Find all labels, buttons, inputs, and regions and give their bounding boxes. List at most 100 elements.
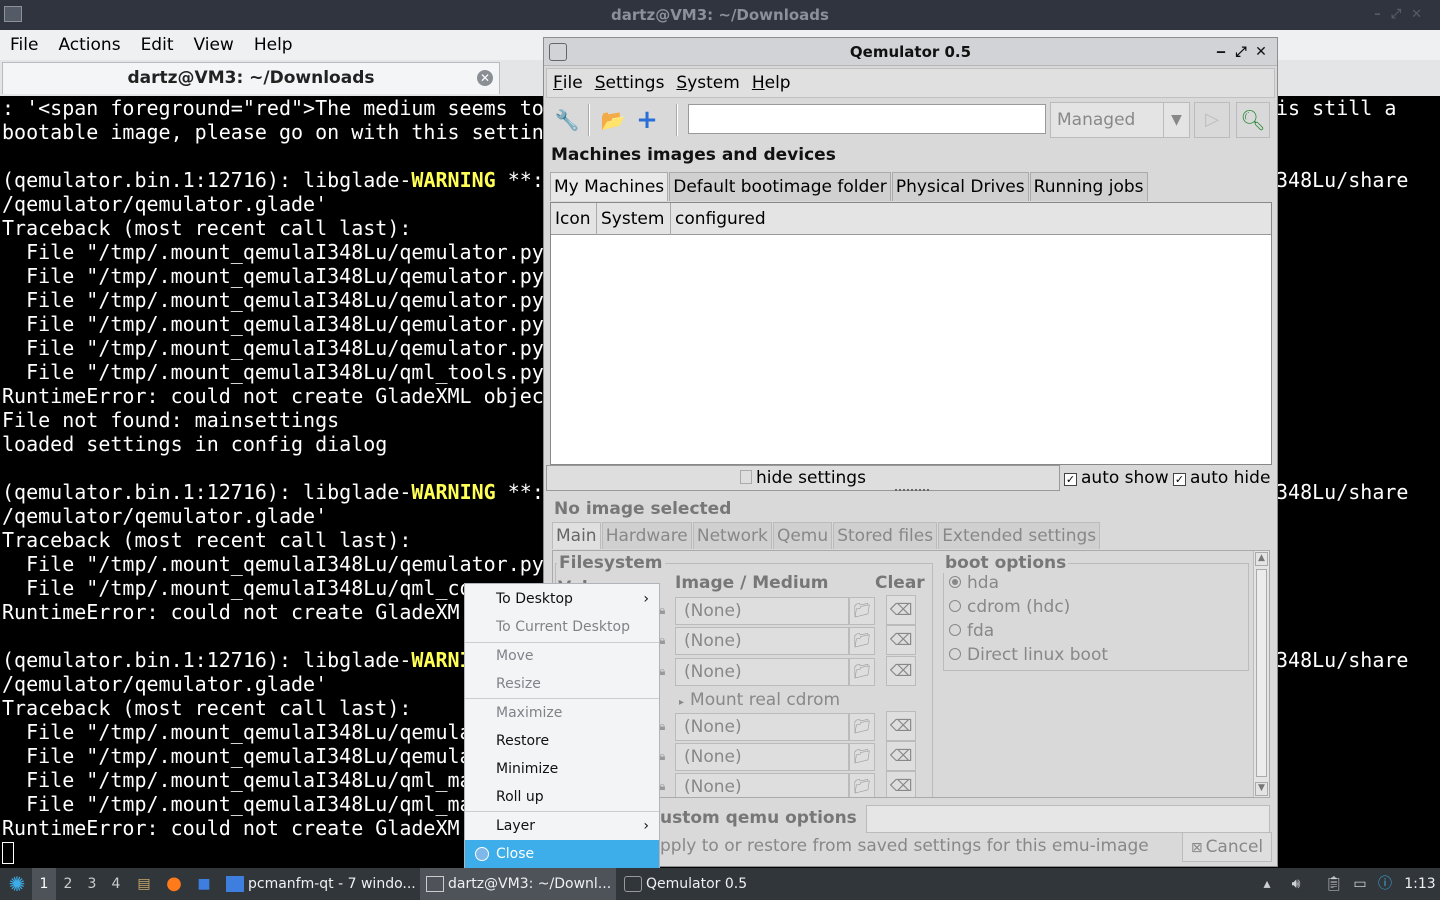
menu-help[interactable]: Help <box>244 30 303 60</box>
clock[interactable]: 1:13 <box>1402 868 1438 900</box>
network-icon[interactable]: ▭ <box>1348 868 1372 900</box>
image-medium-field[interactable]: (None) <box>675 658 849 686</box>
menu-file[interactable]: File <box>0 30 48 60</box>
boot-option-radio[interactable]: fda <box>949 621 994 641</box>
browse-folder-icon[interactable]: 📁︎ <box>849 713 875 741</box>
tab-default-bootimage-folder[interactable]: Default bootimage folder <box>669 172 891 201</box>
terminal-icon <box>426 876 444 892</box>
clear-medium-button[interactable]: ⌫ <box>886 771 916 797</box>
browse-folder-icon[interactable]: 📁︎ <box>849 773 875 797</box>
managed-select[interactable]: Managed ▼ <box>1050 102 1190 138</box>
hide-settings-button[interactable]: hide settings <box>546 465 1060 491</box>
file-manager-launcher-icon[interactable]: ▤ <box>132 868 156 900</box>
tab-physical-drives[interactable]: Physical Drives <box>891 172 1029 201</box>
clear-medium-button[interactable]: ⌫ <box>886 656 916 686</box>
column-configured[interactable]: configured <box>671 203 1271 235</box>
browse-folder-icon[interactable]: 📁︎ <box>849 627 875 655</box>
qemu-menu-system[interactable]: System <box>670 69 745 97</box>
notification-icon[interactable]: ⓘ <box>1374 868 1396 900</box>
menu-item-maximize[interactable]: Maximize <box>465 699 659 727</box>
close-icon[interactable]: ✕ <box>1251 38 1271 66</box>
browse-folder-icon[interactable]: 📁︎ <box>849 743 875 771</box>
column-system[interactable]: System <box>597 203 671 235</box>
qemu-menu-help[interactable]: Help <box>746 69 797 97</box>
mount-real-cdrom-expander[interactable]: ▸ Mount real cdrom <box>679 690 840 710</box>
machines-list[interactable]: Icon System configured <box>550 202 1272 465</box>
start-menu-icon[interactable]: ✺ <box>4 868 30 900</box>
column-icon[interactable]: Icon <box>551 203 597 235</box>
window-buttons[interactable]: –⤢✕ <box>1374 0 1432 30</box>
menu-item-close[interactable]: Close <box>465 840 659 868</box>
menu-item-restore[interactable]: Restore <box>465 727 659 755</box>
settings-scrollbar[interactable]: ▲ ▼ <box>1253 551 1269 797</box>
boot-option-radio[interactable]: hda <box>949 573 999 593</box>
scroll-down-icon[interactable]: ▼ <box>1255 782 1268 796</box>
custom-qemu-options-input[interactable] <box>866 805 1270 833</box>
image-medium-field[interactable]: (None) <box>675 743 849 771</box>
play-icon[interactable]: ▷ <box>1194 102 1230 138</box>
tab-extended-settings[interactable]: Extended settings <box>938 522 1101 549</box>
task-qemulator[interactable]: Qemulator 0.5 <box>618 868 814 900</box>
qemulator-titlebar[interactable]: Qemulator 0.5 ‒ ⤢ ✕ <box>544 38 1277 66</box>
tab-qemu[interactable]: Qemu <box>772 522 833 549</box>
menu-item-layer[interactable]: Layer › <box>465 812 659 840</box>
terminal-titlebar[interactable]: dartz@VM3: ~/Downloads –⤢✕ <box>0 0 1440 30</box>
image-medium-field[interactable]: (None) <box>675 713 849 741</box>
tray-up-icon[interactable]: ▴ <box>1256 868 1278 900</box>
menu-view[interactable]: View <box>183 30 243 60</box>
task-pcmanfm[interactable]: pcmanfm-qt - 7 windo... <box>220 868 416 900</box>
clear-medium-button[interactable]: ⌫ <box>886 625 916 655</box>
qemu-menu-file[interactable]: File <box>547 69 589 97</box>
tab-running-jobs[interactable]: Running jobs <box>1029 172 1148 201</box>
open-folder-icon[interactable]: 📂 <box>598 104 628 136</box>
add-plus-icon[interactable]: + <box>632 104 662 136</box>
menu-actions[interactable]: Actions <box>48 30 130 60</box>
tab-hardware[interactable]: Hardware <box>601 522 692 549</box>
clipboard-icon[interactable]: 📋︎ <box>1322 868 1346 900</box>
volume-icon[interactable]: 🔊︎ <box>1284 868 1308 900</box>
auto-hide-checkbox[interactable]: ✓ auto hide <box>1173 467 1270 489</box>
menu-item-minimize[interactable]: Minimize <box>465 755 659 783</box>
firefox-launcher-icon[interactable]: ● <box>162 868 186 900</box>
image-medium-field[interactable]: (None) <box>675 597 849 625</box>
tab-network[interactable]: Network <box>692 522 772 549</box>
workspace-4[interactable]: 4 <box>104 868 128 900</box>
image-medium-field[interactable]: (None) <box>675 627 849 655</box>
image-medium-field[interactable]: (None) <box>675 773 849 797</box>
workspace-1[interactable]: 1 <box>32 868 56 900</box>
menu-item-roll-up[interactable]: Roll up <box>465 783 659 811</box>
task-terminal[interactable]: dartz@VM3: ~/Downl... <box>420 868 616 900</box>
cancel-button[interactable]: ⊠ Cancel <box>1182 832 1272 862</box>
scroll-up-icon[interactable]: ▲ <box>1255 552 1268 566</box>
pane-resize-handle[interactable] <box>895 489 929 493</box>
menu-item-move[interactable]: Move <box>465 642 659 670</box>
scrollbar-thumb[interactable] <box>1256 569 1267 777</box>
qemu-menu-settings[interactable]: Settings <box>589 69 671 97</box>
menu-item-to-current-desktop[interactable]: To Current Desktop <box>465 613 659 641</box>
clear-medium-button[interactable]: ⌫ <box>886 595 916 625</box>
browse-folder-icon[interactable]: 📁︎ <box>849 658 875 686</box>
tab-main[interactable]: Main <box>552 522 601 549</box>
minimize-icon[interactable]: ‒ <box>1211 38 1231 66</box>
boot-option-radio[interactable]: Direct linux boot <box>949 645 1108 665</box>
boot-option-radio[interactable]: cdrom (hdc) <box>949 597 1070 617</box>
workspace-2[interactable]: 2 <box>56 868 80 900</box>
tab-stored-files[interactable]: Stored files <box>833 522 938 549</box>
machine-search-input[interactable] <box>688 104 1046 134</box>
browse-folder-icon[interactable]: 📁︎ <box>849 597 875 625</box>
terminal-tab[interactable]: dartz@VM3: ~/Downloads ✕ <box>2 62 500 94</box>
tab-my-machines[interactable]: My Machines <box>550 172 669 201</box>
close-tab-icon[interactable]: ✕ <box>477 70 493 86</box>
menu-item-resize[interactable]: Resize <box>465 670 659 698</box>
clear-medium-button[interactable]: ⌫ <box>886 741 916 771</box>
clear-medium-button[interactable]: ⌫ <box>886 711 916 741</box>
auto-show-checkbox[interactable]: ✓ auto show <box>1064 467 1169 489</box>
show-desktop-icon[interactable]: ■ <box>192 868 216 900</box>
settings-wrench-icon[interactable]: 🔧 <box>552 104 582 136</box>
maximize-icon[interactable]: ⤢ <box>1231 38 1251 66</box>
menu-edit[interactable]: Edit <box>131 30 184 60</box>
search-icon[interactable]: 🔍︎ <box>1236 102 1270 138</box>
menu-item-to-desktop[interactable]: To Desktop › <box>465 585 659 613</box>
hide-settings-label: hide settings <box>756 468 866 488</box>
workspace-3[interactable]: 3 <box>80 868 104 900</box>
